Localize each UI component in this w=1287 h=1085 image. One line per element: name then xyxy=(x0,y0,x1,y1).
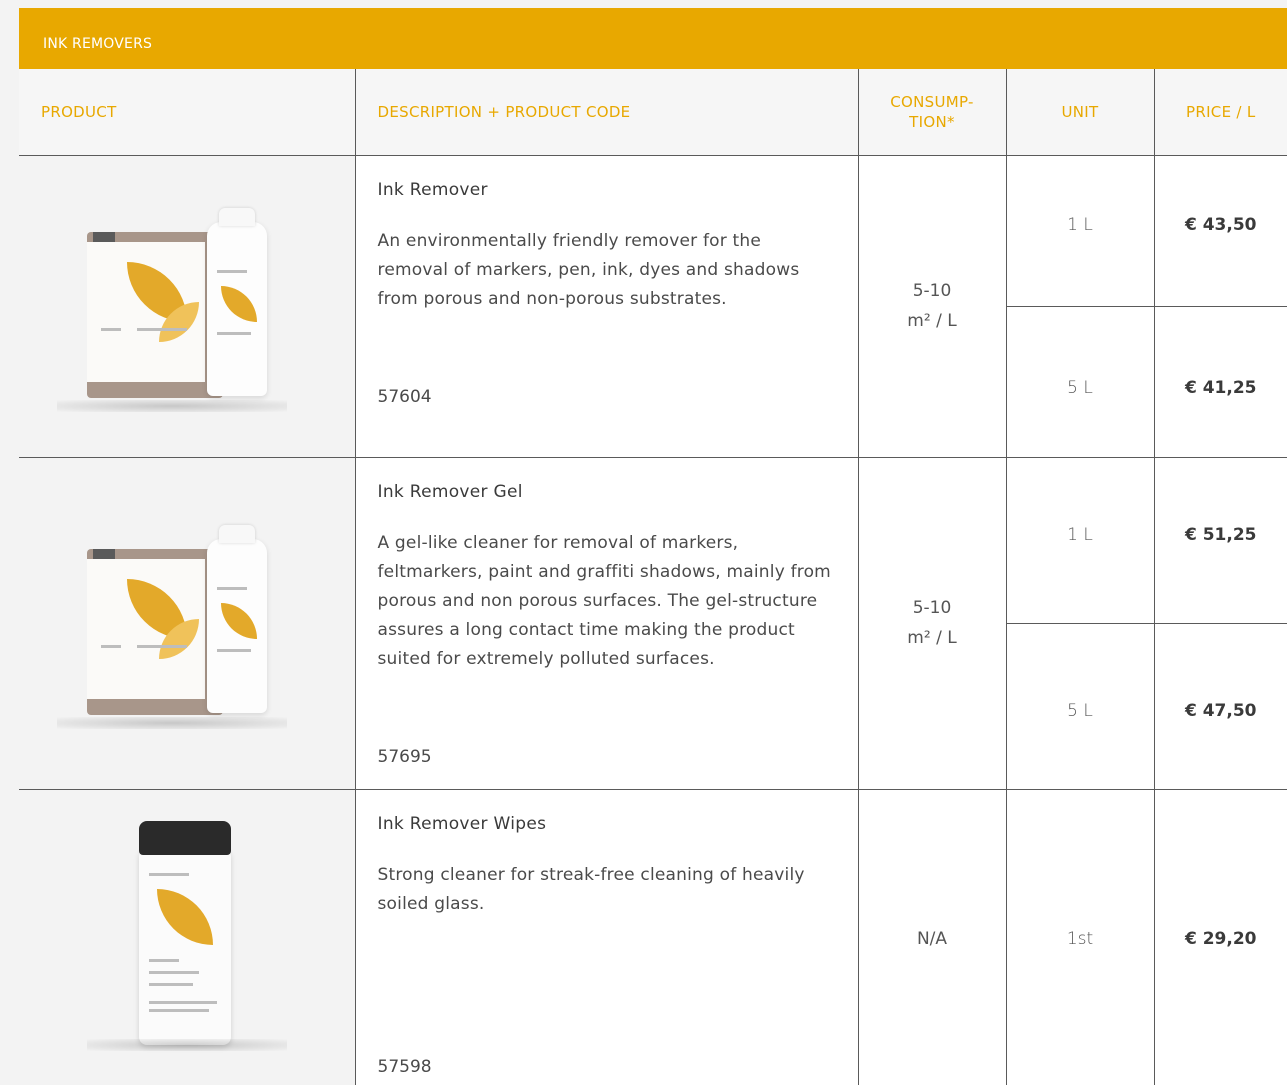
table-row: Ink Remover Wipes Strong cleaner for str… xyxy=(19,788,1287,1085)
consumption-unit: m² / L xyxy=(907,628,957,648)
col-header-consumption-line1: CONSUMP- xyxy=(890,92,974,111)
consumption-cell: N/A xyxy=(857,788,1007,1085)
col-header-unit: UNIT xyxy=(1005,69,1155,156)
product-code: 57695 xyxy=(377,746,432,767)
product-image-cell xyxy=(19,456,356,790)
product-image-cell xyxy=(19,154,356,458)
unit-cell: 5 L xyxy=(1006,305,1155,458)
col-header-product: PRODUCT xyxy=(19,69,356,156)
product-name: Ink Remover Wipes xyxy=(377,813,547,834)
product-description: A gel-like cleaner for removal of marker… xyxy=(377,532,831,669)
price-cell: € 43,50 xyxy=(1153,154,1287,307)
price-table: PRODUCT DESCRIPTION + PRODUCT CODE CONSU… xyxy=(19,69,1287,1085)
jug-and-bottle-image xyxy=(56,204,287,412)
price-cell: € 51,25 xyxy=(1153,456,1287,624)
product-description-cell: Ink Remover Wipes Strong cleaner for str… xyxy=(354,788,859,1085)
consumption-value: 5-10 xyxy=(912,598,952,618)
price-cell: € 47,50 xyxy=(1153,622,1287,790)
consumption-cell: 5-10 m² / L xyxy=(857,154,1007,458)
table-header-row: PRODUCT DESCRIPTION + PRODUCT CODE CONSU… xyxy=(19,69,1287,156)
product-name: Ink Remover xyxy=(377,179,488,200)
unit-cell: 5 L xyxy=(1006,622,1155,790)
col-header-consumption-line2: TION* xyxy=(909,112,955,131)
col-header-price: PRICE / L xyxy=(1153,69,1287,156)
product-image-cell xyxy=(19,788,356,1085)
product-description: Strong cleaner for streak-free cleaning … xyxy=(377,864,805,914)
product-code: 57604 xyxy=(377,386,432,407)
table-row: Ink Remover Gel A gel-like cleaner for r… xyxy=(19,456,1287,790)
unit-cell: 1 L xyxy=(1005,154,1155,307)
wipes-tub-image xyxy=(86,817,287,1057)
unit-cell: 1 L xyxy=(1005,456,1155,624)
consumption-value: 5-10 xyxy=(912,281,952,301)
col-header-description: DESCRIPTION + PRODUCT CODE xyxy=(354,69,859,156)
product-name: Ink Remover Gel xyxy=(377,481,523,502)
unit-cell: 1st xyxy=(1005,788,1155,1085)
section-header: INK REMOVERS xyxy=(19,8,1287,69)
section-title: INK REMOVERS xyxy=(43,36,153,52)
jug-and-bottle-image xyxy=(56,521,287,729)
consumption-cell: 5-10 m² / L xyxy=(857,456,1007,790)
product-code: 57598 xyxy=(377,1056,432,1077)
consumption-value: N/A xyxy=(916,929,948,949)
product-description: An environmentally friendly remover for … xyxy=(377,230,800,309)
consumption-unit: m² / L xyxy=(907,311,957,331)
product-description-cell: Ink Remover Gel A gel-like cleaner for r… xyxy=(354,456,859,790)
price-cell: € 29,20 xyxy=(1153,788,1287,1085)
price-cell: € 41,25 xyxy=(1153,305,1287,458)
product-description-cell: Ink Remover An environmentally friendly … xyxy=(354,154,859,458)
table-row: Ink Remover An environmentally friendly … xyxy=(19,154,1287,458)
col-header-consumption: CONSUMP- TION* xyxy=(857,69,1007,156)
